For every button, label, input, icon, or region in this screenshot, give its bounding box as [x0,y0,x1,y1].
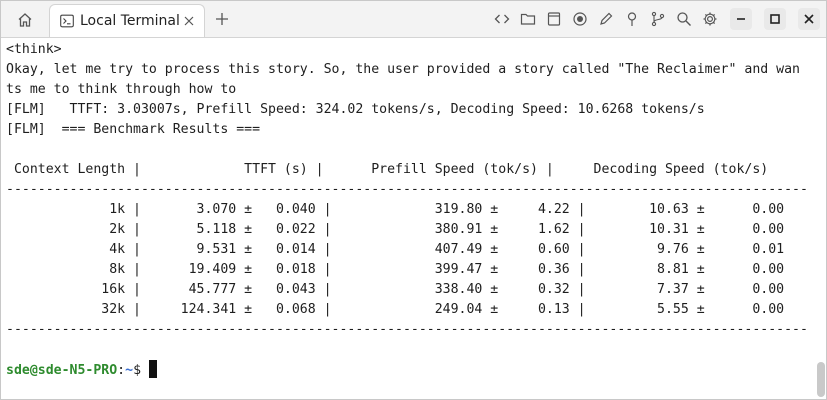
prompt-line[interactable]: sde@sde-N5-PRO:~$ [6,360,811,380]
file-icon [547,12,561,26]
table-row: 1k | 3.070 ± 0.040 | 319.80 ± 4.22 | 10.… [6,202,785,217]
terminal-icon [60,14,74,28]
code-icon [494,14,510,24]
terminal-output[interactable]: <think> Okay, let me try to process this… [6,40,811,396]
pen-icon [600,12,613,25]
minimize-button[interactable] [730,8,752,30]
tab-close-button[interactable] [183,15,195,27]
file-button[interactable] [545,10,563,28]
pin-button[interactable] [623,10,641,28]
table-row: 32k | 124.341 ± 0.068 | 249.04 ± 0.13 | … [6,302,785,317]
cursor [148,360,157,378]
tab-label: Local Terminal [80,13,180,29]
plus-icon [216,13,228,25]
code-button[interactable] [493,10,511,28]
terminal-line: <think> [6,42,62,57]
terminal-window: Local Terminal <think> Okay, let me try … [0,0,827,400]
title-bar: Local Terminal [1,1,826,38]
terminal-line: [FLM] === Benchmark Results === [6,122,261,137]
close-icon [804,14,814,24]
gear-icon [703,12,717,26]
pen-button[interactable] [597,10,615,28]
table-row: 4k | 9.531 ± 0.014 | 407.49 ± 0.60 | 9.7… [6,242,785,257]
minimize-icon [737,18,745,20]
prompt-path: ~ [125,363,134,378]
record-button[interactable] [571,10,589,28]
folder-icon [520,13,536,25]
table-divider: ----------------------------------------… [6,322,808,337]
table-row: 8k | 19.409 ± 0.018 | 399.47 ± 0.36 | 8.… [6,262,785,277]
prompt-user-host: sde@sde-N5-PRO [6,363,118,378]
table-row: 16k | 45.777 ± 0.043 | 338.40 ± 0.32 | 7… [6,282,785,297]
window-controls [718,8,820,30]
close-icon [184,16,194,26]
search-button[interactable] [675,10,693,28]
terminal-line: ts me to think through how to [6,82,237,97]
tab-local-terminal[interactable]: Local Terminal [49,4,205,37]
table-row: 2k | 5.118 ± 0.022 | 380.91 ± 1.62 | 10.… [6,222,785,237]
pin-icon [627,12,637,26]
table-divider: ----------------------------------------… [6,182,808,197]
record-icon [573,12,587,26]
maximize-button[interactable] [764,8,786,30]
table-header: Context Length | TTFT (s) | Prefill Spee… [6,162,769,177]
search-icon [677,12,691,26]
new-tab-button[interactable] [213,10,231,28]
home-button[interactable] [13,10,37,30]
prompt-symbol: $ [133,363,149,378]
maximize-icon [770,14,780,24]
scrollbar-thumb[interactable] [817,362,825,397]
settings-button[interactable] [701,10,719,28]
folder-button[interactable] [519,10,537,28]
prompt-separator: : [117,363,126,378]
terminal-line: [FLM] TTFT: 3.03007s, Prefill Speed: 324… [6,102,705,117]
home-icon [18,13,32,27]
close-window-button[interactable] [798,8,820,30]
terminal-line: Okay, let me try to process this story. … [6,62,800,77]
branch-icon [651,11,665,27]
branch-button[interactable] [649,10,667,28]
toolbar [493,10,727,28]
